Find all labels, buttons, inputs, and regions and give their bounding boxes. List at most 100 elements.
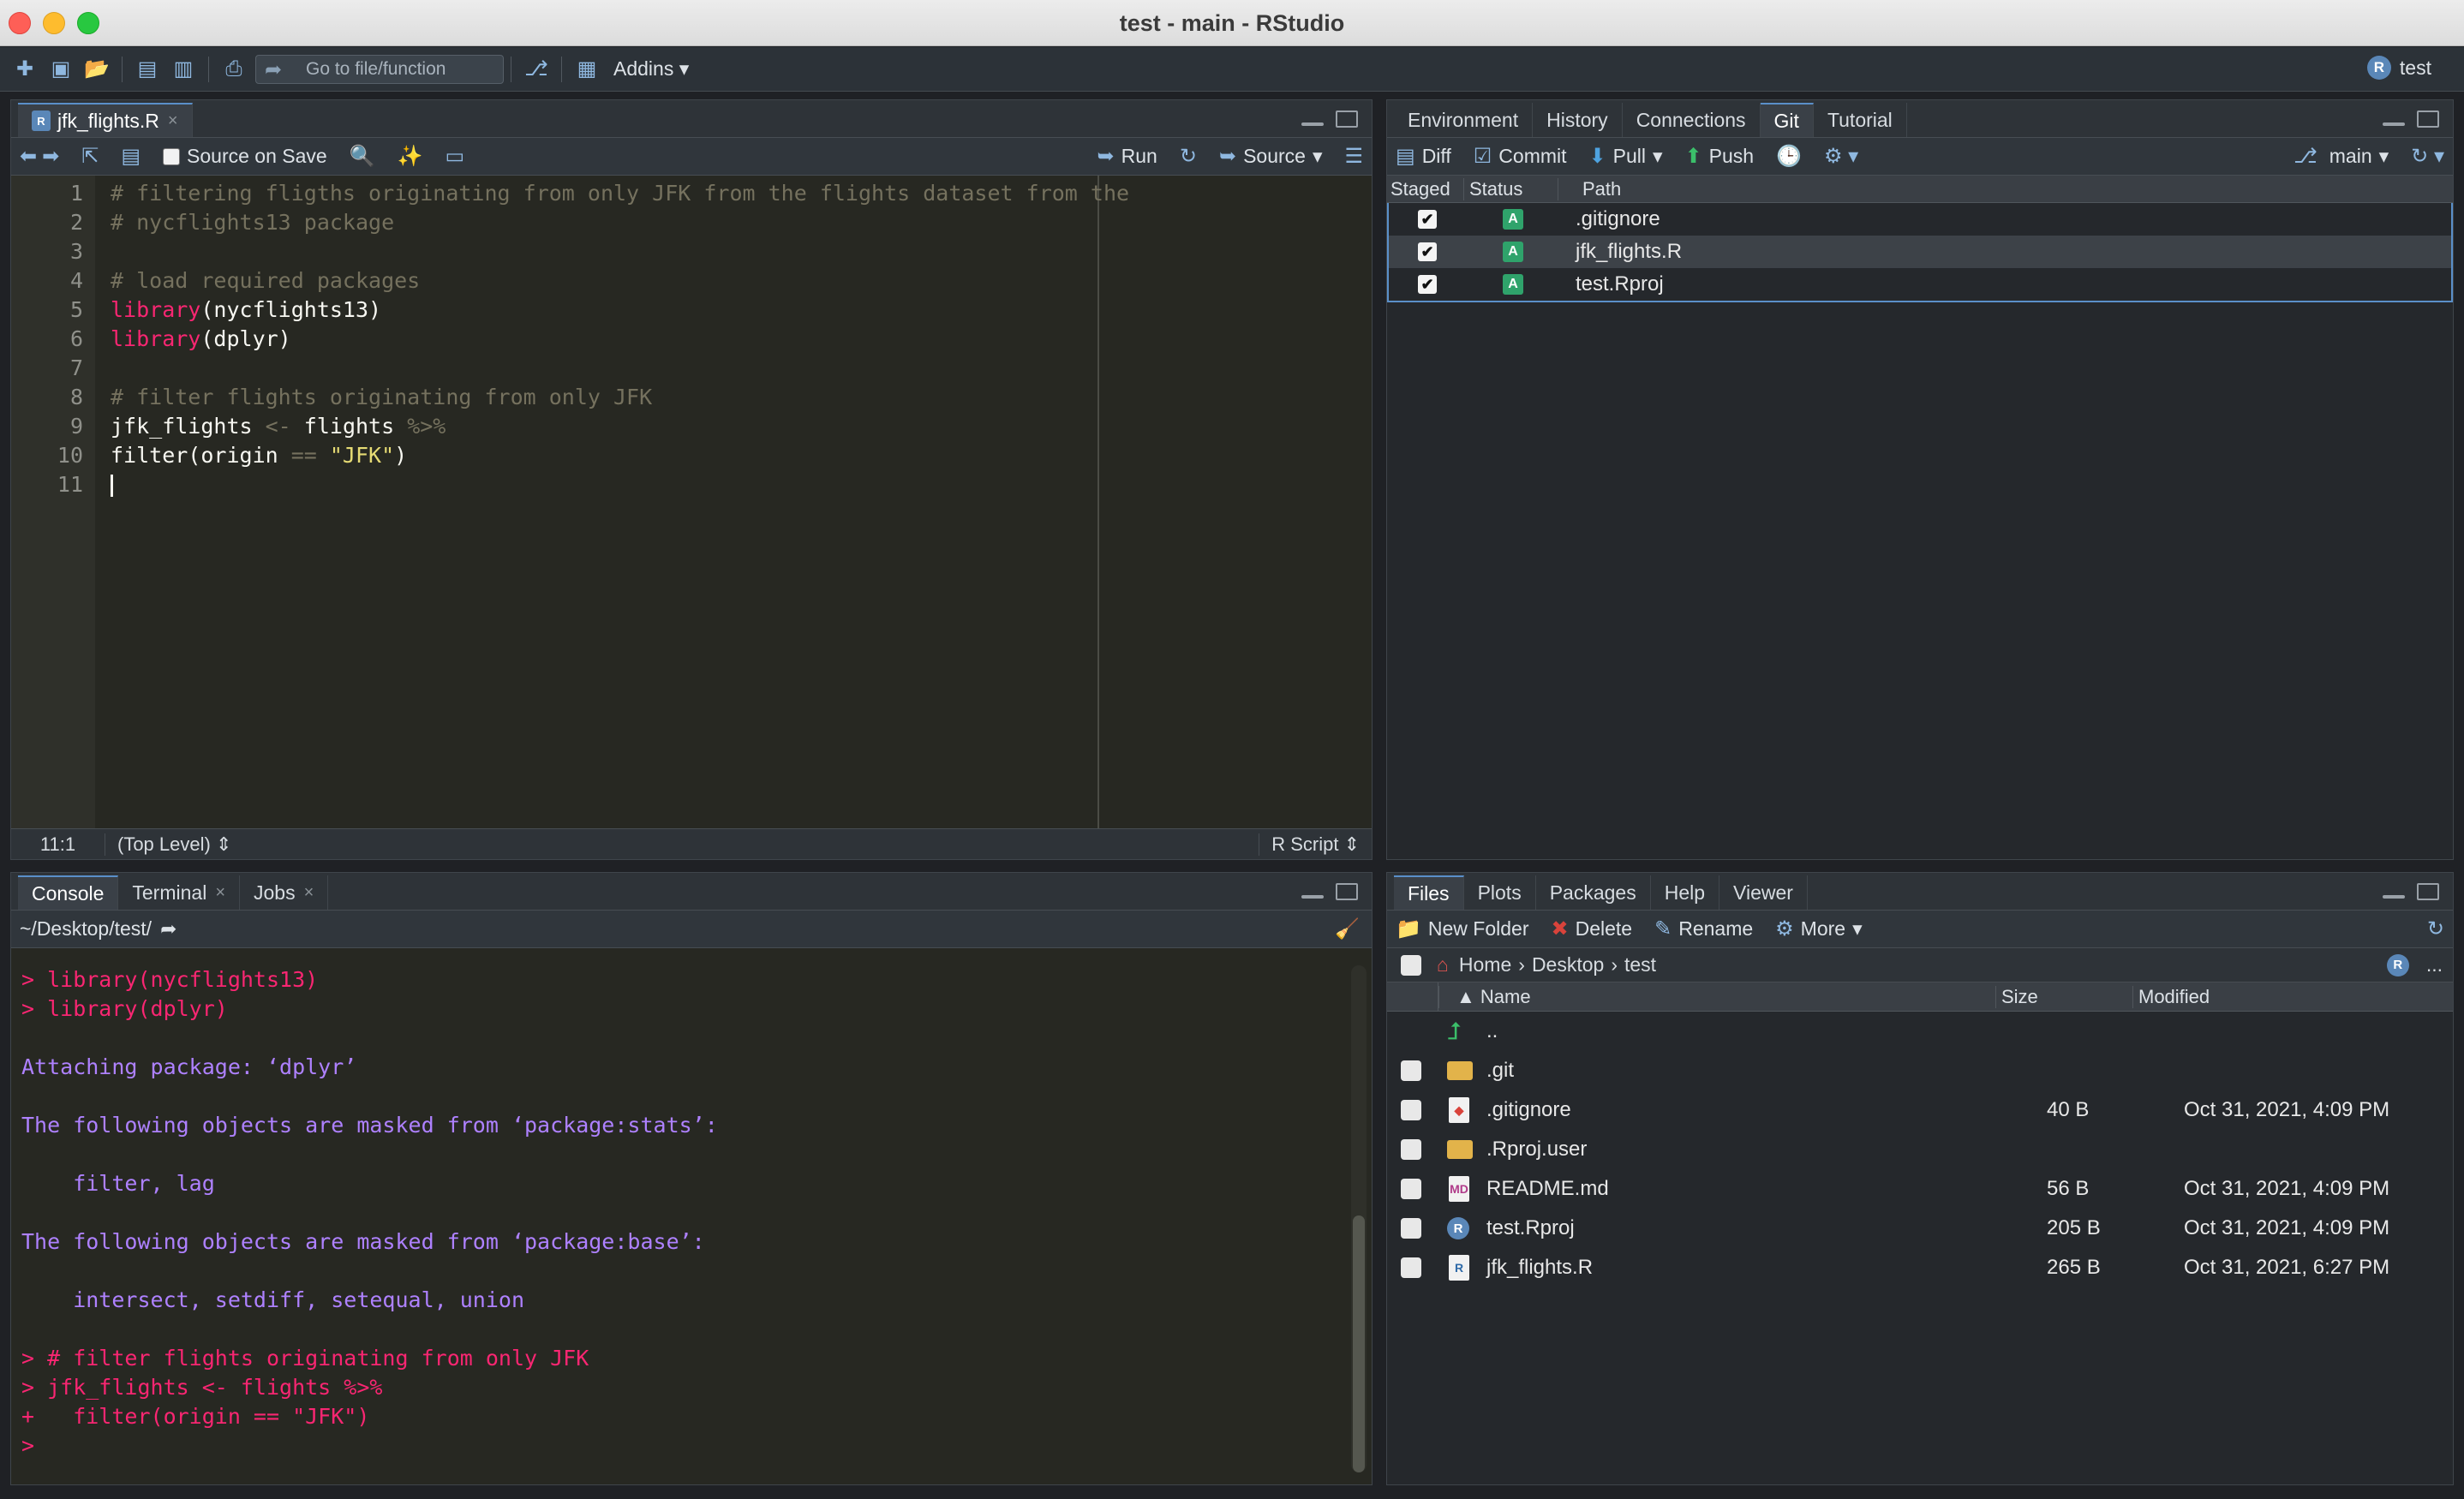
back-arrow-icon[interactable]: ⬅ — [20, 144, 37, 169]
tab-git[interactable]: Git — [1760, 103, 1814, 137]
tab-viewer[interactable]: Viewer — [1719, 875, 1808, 910]
file-name-link[interactable]: test.Rproj — [1486, 1216, 1575, 1240]
git-settings-gear-icon[interactable]: ⚙ ▾ — [1824, 144, 1858, 169]
history-clock-icon[interactable]: 🕒 — [1776, 144, 1802, 169]
tab-jobs[interactable]: Jobs × — [240, 875, 329, 910]
project-menu[interactable]: R test — [2366, 56, 2431, 80]
file-select-checkbox[interactable] — [1401, 1257, 1421, 1278]
open-file-icon[interactable]: 📂 — [84, 57, 110, 82]
compile-report-icon[interactable]: ▭ — [445, 144, 464, 169]
file-select-checkbox[interactable] — [1401, 1060, 1421, 1081]
file-row[interactable]: MD README.md 56 B Oct 31, 2021, 4:09 PM — [1387, 1169, 2453, 1209]
tab-plots[interactable]: Plots — [1464, 875, 1536, 910]
code-tools-wand-icon[interactable]: ✨ — [398, 144, 423, 169]
close-tab-icon[interactable]: × — [168, 111, 178, 131]
git-file-row[interactable]: ✔ Ajfk_flights.R — [1389, 236, 2451, 268]
scope-selector[interactable]: (Top Level) ⇕ — [105, 833, 231, 856]
file-name-link[interactable]: README.md — [1486, 1177, 1609, 1201]
status-column-header[interactable]: Status — [1464, 177, 1558, 200]
parent-directory-row[interactable]: ⮥ .. — [1387, 1012, 2453, 1051]
go-to-project-icon[interactable]: R — [2386, 953, 2409, 976]
file-row[interactable]: .Rproj.user — [1387, 1130, 2453, 1169]
file-select-checkbox[interactable] — [1401, 1100, 1421, 1120]
version-control-icon[interactable]: ⎇ — [523, 57, 549, 82]
minimize-pane-icon[interactable] — [1301, 895, 1324, 899]
breadcrumb-test[interactable]: test — [1624, 953, 1656, 976]
tab-terminal[interactable]: Terminal × — [118, 875, 240, 910]
breadcrumb-home[interactable]: Home — [1459, 953, 1511, 976]
refresh-icon[interactable]: ↻ ▾ — [2411, 144, 2444, 169]
clear-console-broom-icon[interactable]: 🧹 — [1335, 917, 1360, 941]
minimize-pane-icon[interactable] — [1301, 122, 1324, 126]
file-select-checkbox[interactable] — [1401, 1139, 1421, 1160]
forward-arrow-icon[interactable]: ➡ — [42, 144, 59, 169]
console-output[interactable]: > library(nycflights13) > library(dplyr) A… — [11, 948, 1372, 1484]
more-dots-button[interactable]: ... — [2426, 953, 2443, 976]
name-column-header[interactable]: ▲ Name — [1438, 985, 1995, 1008]
new-branch-icon[interactable]: ⎇ — [2294, 144, 2317, 169]
staged-checkbox[interactable]: ✔ — [1418, 275, 1437, 294]
staged-column-header[interactable]: Staged — [1387, 177, 1464, 200]
breadcrumb-desktop[interactable]: Desktop — [1532, 953, 1604, 976]
print-icon[interactable]: ⎙ — [221, 57, 247, 82]
file-row[interactable]: Rtest.Rproj 205 B Oct 31, 2021, 4:09 PM — [1387, 1209, 2453, 1248]
working-directory[interactable]: ~/Desktop/test/ — [20, 917, 152, 941]
more-menu[interactable]: ⚙ More ▾ — [1775, 917, 1862, 941]
save-all-icon[interactable]: ▥ — [170, 57, 196, 82]
size-column-header[interactable]: Size — [1995, 985, 2132, 1008]
save-file-icon[interactable]: ▤ — [121, 144, 141, 169]
source-button[interactable]: ➥ Source ▾ — [1219, 144, 1323, 169]
refresh-files-icon[interactable]: ↻ — [2427, 917, 2444, 941]
file-name-link[interactable]: .gitignore — [1486, 1098, 1571, 1122]
rename-button[interactable]: ✎ Rename — [1654, 917, 1753, 941]
minimize-pane-icon[interactable] — [2383, 122, 2405, 126]
parent-directory-label[interactable]: .. — [1486, 1019, 1498, 1043]
commit-button[interactable]: ☑ Commit — [1474, 144, 1567, 169]
source-on-save-box[interactable] — [163, 147, 181, 165]
source-on-save-checkbox[interactable]: Source on Save — [163, 145, 327, 168]
addins-menu[interactable]: Addins ▾ — [613, 57, 689, 81]
staged-checkbox[interactable]: ✔ — [1418, 242, 1437, 261]
select-all-checkbox[interactable] — [1401, 954, 1421, 976]
tab-environment[interactable]: Environment — [1394, 103, 1534, 137]
modified-column-header[interactable]: Modified — [2132, 985, 2210, 1008]
file-row[interactable]: .git — [1387, 1051, 2453, 1090]
minimize-pane-icon[interactable] — [2383, 895, 2405, 899]
new-project-icon[interactable]: ▣ — [48, 57, 74, 82]
close-tab-icon[interactable]: × — [304, 883, 314, 903]
tab-help[interactable]: Help — [1651, 875, 1720, 910]
git-file-row[interactable]: ✔ A .gitignore — [1389, 203, 2451, 236]
goto-file-function-input[interactable]: ➦ Go to file/function — [255, 54, 504, 84]
file-name-link[interactable]: .git — [1486, 1059, 1514, 1083]
scrollbar-thumb[interactable] — [1353, 1215, 1365, 1472]
document-outline-icon[interactable]: ☰ — [1344, 144, 1363, 169]
file-row[interactable]: Rjfk_flights.R 265 B Oct 31, 2021, 6:27 PM — [1387, 1248, 2453, 1287]
rerun-icon[interactable]: ↻ — [1180, 144, 1197, 169]
tab-packages[interactable]: Packages — [1536, 875, 1651, 910]
maximize-pane-icon[interactable] — [2417, 883, 2439, 900]
push-button[interactable]: ⬆ Push — [1685, 144, 1755, 169]
file-row[interactable]: ◆ .gitignore 40 B Oct 31, 2021, 4:09 PM — [1387, 1090, 2453, 1130]
maximize-pane-icon[interactable] — [1336, 883, 1358, 900]
new-file-icon[interactable]: ✚ — [12, 57, 38, 82]
new-folder-button[interactable]: 📁 New Folder — [1396, 917, 1529, 941]
tab-connections[interactable]: Connections — [1623, 103, 1761, 137]
file-name-link[interactable]: .Rproj.user — [1486, 1138, 1587, 1162]
home-icon[interactable]: ⌂ — [1437, 953, 1449, 976]
go-to-directory-icon[interactable]: ➦ — [160, 917, 176, 941]
staged-checkbox[interactable]: ✔ — [1418, 210, 1437, 229]
filetype-selector[interactable]: R Script ⇕ — [1259, 833, 1372, 856]
diff-button[interactable]: ▤ Diff — [1396, 144, 1451, 169]
tab-files[interactable]: Files — [1394, 875, 1464, 910]
code-editor[interactable]: 1 2 3 4 5 6 7 8 9 10 11 # filtering fligths origin… — [11, 176, 1372, 828]
file-select-checkbox[interactable] — [1401, 1218, 1421, 1239]
git-file-row[interactable]: ✔ Atest.Rproj — [1389, 268, 2451, 301]
maximize-pane-icon[interactable] — [2417, 110, 2439, 128]
file-select-checkbox[interactable] — [1401, 1179, 1421, 1199]
tab-tutorial[interactable]: Tutorial — [1814, 103, 1907, 137]
save-icon[interactable]: ▤ — [135, 57, 160, 82]
branch-selector[interactable]: main ▾ — [2329, 145, 2389, 168]
file-name-link[interactable]: jfk_flights.R — [1486, 1256, 1593, 1280]
console-scrollbar[interactable] — [1351, 965, 1367, 1472]
pull-button[interactable]: ⬇ Pull ▾ — [1589, 144, 1663, 169]
